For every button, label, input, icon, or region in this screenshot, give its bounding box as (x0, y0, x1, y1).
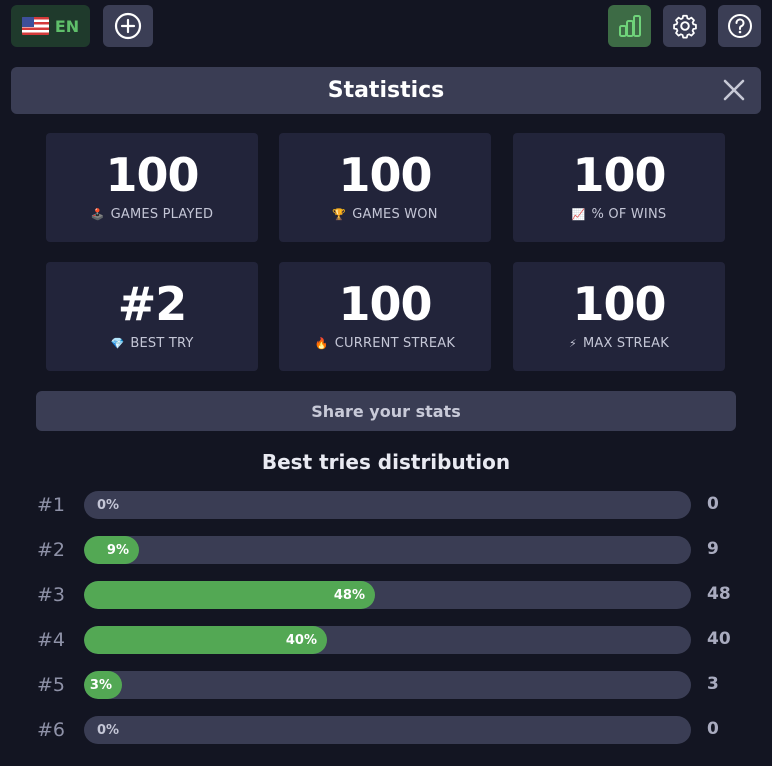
stat-label: GAMES WON (352, 207, 438, 222)
statistics-header: Statistics (11, 67, 761, 114)
stat-card-games-played: 100 🕹️ GAMES PLAYED (46, 133, 258, 242)
distribution-track: 0% (84, 491, 691, 519)
distribution-title: Best tries distribution (261, 450, 511, 474)
help-button[interactable] (718, 5, 761, 47)
close-button[interactable] (723, 79, 745, 101)
chart-up-icon: 📈 (571, 208, 586, 221)
fire-icon: 🔥 (314, 337, 329, 350)
try-count: 48 (707, 584, 731, 604)
page-title: Statistics (327, 78, 445, 103)
us-flag-icon (21, 17, 49, 35)
stat-value: 100 (338, 148, 432, 202)
language-button[interactable]: EN (11, 5, 90, 47)
trophy-icon: 🏆 (332, 208, 347, 221)
stat-card-current-streak: 100 🔥 CURRENT STREAK (279, 262, 491, 371)
distribution-row: #4 40% 40 (0, 626, 772, 654)
add-button[interactable] (103, 5, 153, 47)
stat-value: #2 (117, 277, 188, 331)
distribution-track: 9% (84, 536, 691, 564)
stat-card-best-try: #2 💎 BEST TRY (46, 262, 258, 371)
distribution-bar: 0% (97, 497, 120, 513)
try-label: #2 (37, 539, 66, 561)
try-label: #5 (37, 674, 66, 696)
try-label: #1 (37, 494, 66, 516)
question-circle-icon (727, 14, 752, 38)
diamond-icon: 💎 (110, 337, 125, 350)
distribution-row: #1 0% 0 (0, 491, 772, 519)
try-count: 40 (707, 629, 731, 649)
try-count: 0 (707, 494, 719, 514)
stat-label: GAMES PLAYED (110, 207, 214, 222)
distribution-row: #6 0% 0 (0, 716, 772, 744)
distribution-bar: 0% (97, 722, 120, 738)
settings-button[interactable] (663, 5, 706, 47)
stat-label: MAX STREAK (582, 336, 669, 351)
stat-value: 100 (572, 277, 666, 331)
distribution-row: #2 9% 9 (0, 536, 772, 564)
share-stats-button[interactable]: Share your stats (36, 391, 736, 431)
plus-circle-icon (114, 12, 142, 40)
stat-value: 100 (338, 277, 432, 331)
lightning-icon: ⚡ (569, 337, 577, 350)
close-icon (723, 79, 745, 101)
stat-value: 100 (105, 148, 199, 202)
distribution-track: 40% (84, 626, 691, 654)
stat-card-games-won: 100 🏆 GAMES WON (279, 133, 491, 242)
stat-label: BEST TRY (130, 336, 194, 351)
distribution-row: #5 3% 3 (0, 671, 772, 699)
bar-chart-icon (618, 15, 641, 37)
distribution-track: 48% (84, 581, 691, 609)
distribution-bar: 3% (84, 671, 122, 699)
stat-value: 100 (572, 148, 666, 202)
language-code: EN (54, 16, 80, 36)
distribution-track: 3% (84, 671, 691, 699)
gear-icon (672, 14, 697, 39)
try-label: #3 (37, 584, 66, 606)
stat-label: CURRENT STREAK (334, 336, 456, 351)
distribution-track: 0% (84, 716, 691, 744)
distribution-row: #3 48% 48 (0, 581, 772, 609)
joystick-icon: 🕹️ (90, 208, 105, 221)
distribution-bar: 9% (84, 536, 139, 564)
try-count: 3 (707, 674, 719, 694)
stat-card-win-percent: 100 📈 % OF WINS (513, 133, 725, 242)
stat-label: % OF WINS (591, 207, 667, 222)
try-label: #6 (37, 719, 66, 741)
try-count: 9 (707, 539, 719, 559)
try-label: #4 (37, 629, 66, 651)
distribution-bar: 40% (84, 626, 327, 654)
stat-card-max-streak: 100 ⚡ MAX STREAK (513, 262, 725, 371)
statistics-button[interactable] (608, 5, 651, 47)
distribution-bar: 48% (84, 581, 375, 609)
try-count: 0 (707, 719, 719, 739)
